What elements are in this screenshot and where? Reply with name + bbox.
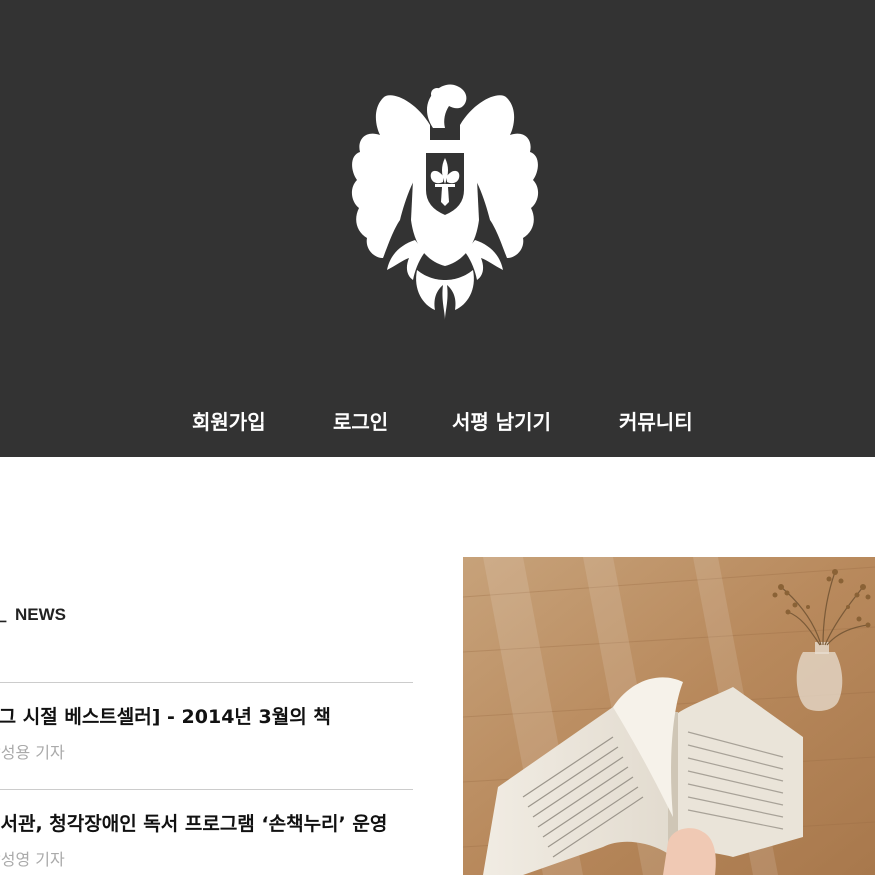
divider bbox=[0, 789, 413, 790]
news-title-prefix: ㄴ bbox=[0, 609, 9, 628]
eagle-crest-logo-icon[interactable] bbox=[345, 80, 545, 320]
divider bbox=[0, 682, 413, 683]
open-book-photo bbox=[463, 557, 875, 875]
article-headline[interactable]: 도서관, 청각장애인 독서 프로그램 ‘손책누리’ 운영 bbox=[0, 809, 387, 836]
article-author: 박성용 기자 bbox=[0, 743, 65, 762]
nav-signup[interactable]: 회원가입 bbox=[192, 405, 266, 439]
article-author: 박성영 기자 bbox=[0, 850, 65, 869]
nav-login[interactable]: 로그인 bbox=[333, 405, 388, 439]
main-content: ㄴ NEWS [그 시절 베스트셀러] - 2014년 3월의 책 박성용 기자… bbox=[0, 457, 875, 875]
article-headline[interactable]: [그 시절 베스트셀러] - 2014년 3월의 책 bbox=[0, 702, 331, 729]
nav-write-review[interactable]: 서평 남기기 bbox=[452, 405, 551, 439]
news-article[interactable]: 도서관, 청각장애인 독서 프로그램 ‘손책누리’ 운영 박성영 기자 bbox=[0, 809, 440, 875]
nav-community[interactable]: 커뮤니티 bbox=[619, 405, 693, 439]
site-header: 회원가입 로그인 서평 남기기 커뮤니티 bbox=[0, 0, 875, 457]
main-navigation: 회원가입 로그인 서평 남기기 커뮤니티 bbox=[0, 405, 875, 439]
news-title-label: NEWS bbox=[15, 605, 66, 624]
news-article[interactable]: [그 시절 베스트셀러] - 2014년 3월의 책 박성용 기자 bbox=[0, 702, 440, 782]
